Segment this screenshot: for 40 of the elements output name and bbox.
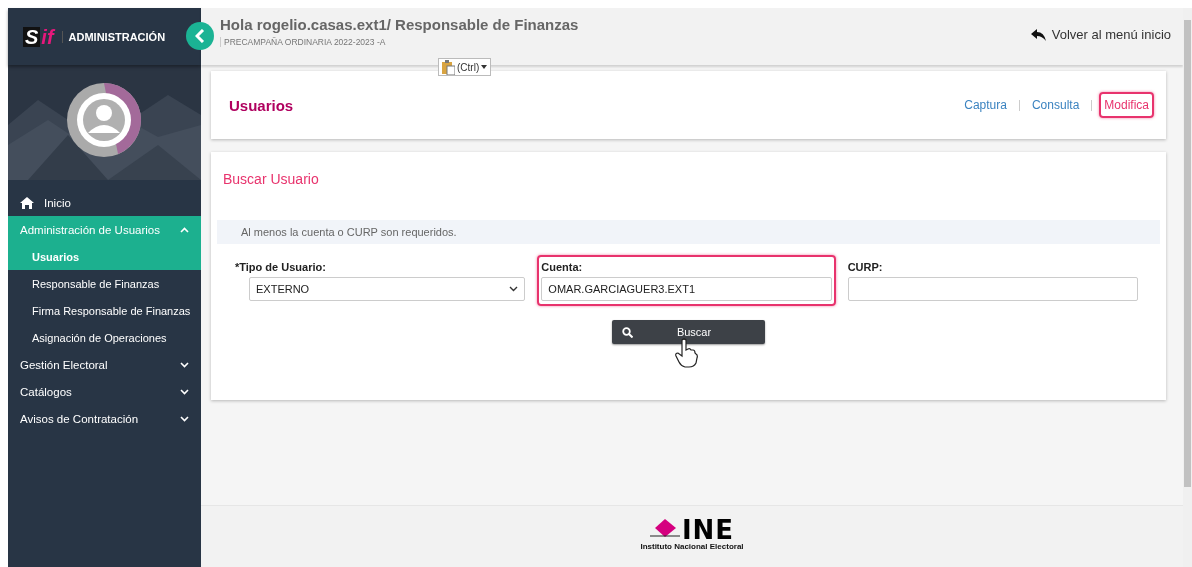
field-label: Cuenta: — [541, 261, 584, 273]
section-title: Buscar Usuario — [222, 170, 320, 189]
back-link[interactable]: Volver al menú inicio — [1030, 27, 1171, 42]
sidebar-label: Catálogos — [20, 385, 73, 398]
mode-link[interactable]: Captura — [959, 92, 1012, 118]
hand-cursor-icon — [673, 338, 698, 368]
sidebar-item[interactable]: Catálogos — [8, 378, 201, 405]
greeting-title: Hola rogelio.casas.ext1/ Responsable de Finanzas — [220, 16, 579, 33]
user-type-select[interactable]: EXTERNO — [249, 277, 526, 301]
input-field[interactable] — [847, 277, 1138, 301]
input-field[interactable]: OMAR.GARCIAGUER3.EXT1 — [541, 277, 832, 301]
sidebar-item[interactable]: Avisos de Contratación — [8, 405, 201, 432]
field-label: CURP: — [847, 261, 884, 273]
field-label: *Tipo de Usuario: — [235, 261, 327, 273]
period-subtitle: PRECAMPAÑA ORDINARIA 2022-2023 -A — [220, 37, 579, 47]
chevron-down-icon — [509, 286, 519, 292]
mode-link[interactable]: Modifica — [1099, 92, 1154, 118]
search-icon — [622, 326, 633, 338]
reply-arrow-icon — [1030, 28, 1046, 41]
home-icon — [20, 196, 34, 209]
mode-link[interactable]: Consulta — [1026, 92, 1085, 118]
sidebar-label: Inicio — [44, 196, 72, 209]
search-button[interactable]: Buscar — [612, 320, 765, 344]
collapse-button[interactable] — [186, 22, 214, 50]
app-title: ADMINISTRACIÓN — [61, 30, 166, 43]
ine-logo: INE Instituto Nacional Electoral — [640, 518, 744, 553]
paste-options-button[interactable]: (Ctrl) — [438, 58, 492, 76]
scrollbar[interactable] — [1183, 8, 1192, 567]
notice-text: Al menos la cuenta o CURP son requeridos. — [217, 220, 1160, 244]
page-title: Usuarios — [229, 96, 294, 114]
sidebar-item[interactable]: Inicio — [8, 189, 201, 216]
sidebar-item[interactable]: Gestión Electoral — [8, 351, 201, 378]
sidebar-subitem[interactable]: Asignación de Operaciones — [8, 324, 201, 351]
sidebar-subitem[interactable]: Responsable de Finanzas — [8, 270, 201, 297]
sidebar-label: Avisos de Contratación — [20, 412, 140, 425]
sidebar-label: Gestión Electoral — [20, 358, 109, 371]
logo: Sif — [23, 26, 54, 47]
chevron-left-icon — [195, 29, 205, 43]
sidebar-subitem[interactable]: Firma Responsable de Finanzas — [8, 297, 201, 324]
sidebar-label: Administración de Usuarios — [20, 223, 161, 236]
